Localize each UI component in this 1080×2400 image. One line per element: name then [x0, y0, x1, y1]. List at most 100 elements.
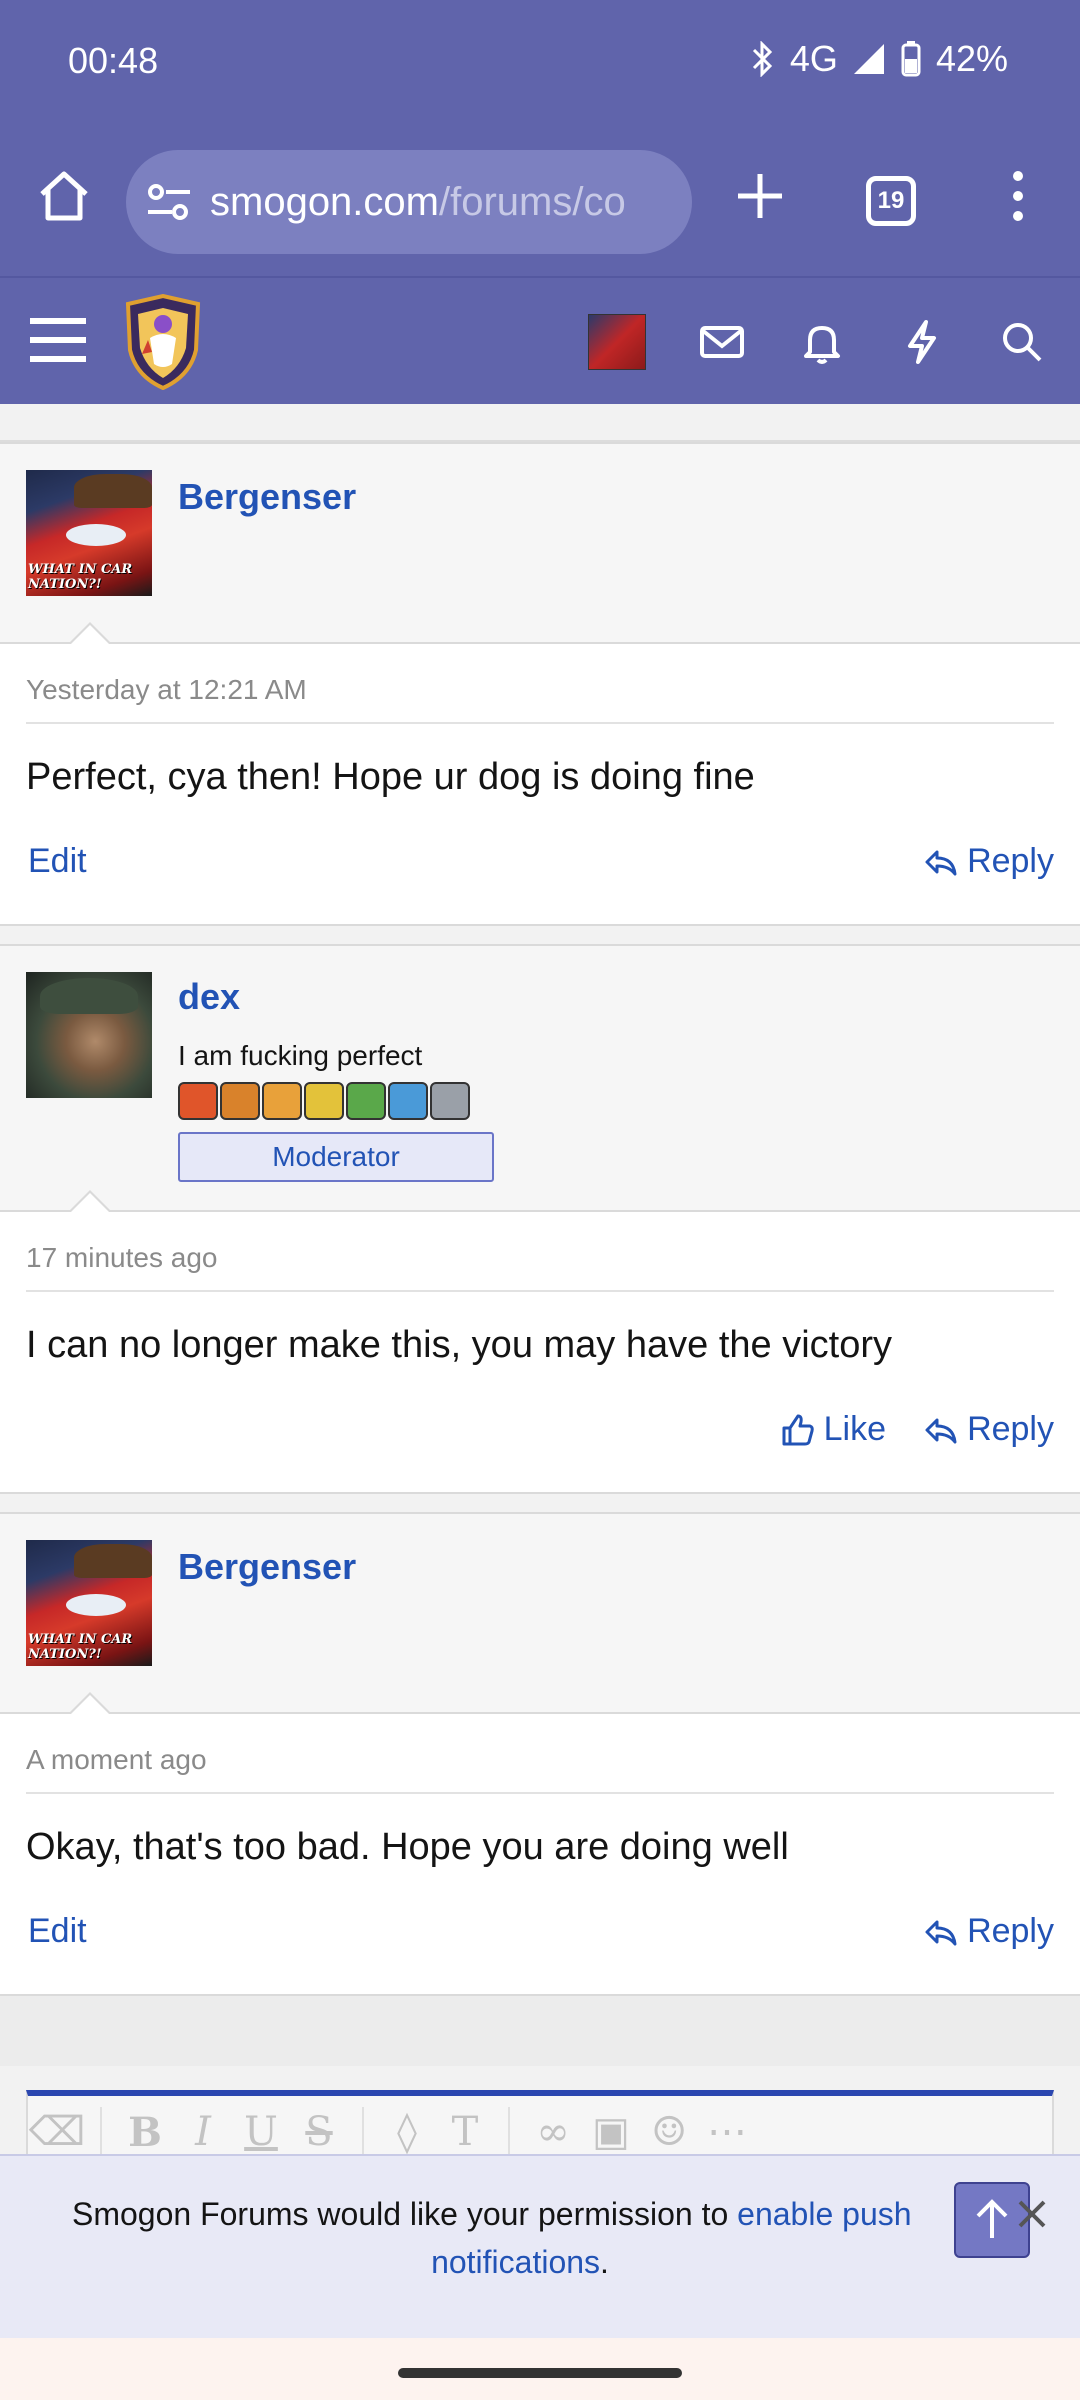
reply-label: Reply: [967, 1912, 1054, 1950]
divider: [508, 2107, 510, 2157]
address-bar[interactable]: smogon.com/forums/co: [126, 150, 692, 254]
type-badge-icon: [220, 1082, 260, 1120]
underline-icon[interactable]: U: [232, 2109, 290, 2155]
mail-icon[interactable]: [696, 316, 748, 368]
emoji-icon[interactable]: ☺: [640, 2109, 698, 2155]
account-avatar[interactable]: [588, 314, 646, 370]
bell-icon[interactable]: [796, 316, 848, 368]
username[interactable]: Bergenser: [178, 1546, 356, 1588]
text-size-icon[interactable]: T: [436, 2109, 494, 2155]
bold-icon[interactable]: B: [116, 2109, 174, 2156]
type-badge-icon: [178, 1082, 218, 1120]
post: dex I am fucking perfect Moderator 17 mi…: [0, 944, 1080, 1494]
moderator-banner: Moderator: [178, 1132, 494, 1182]
reply-label: Reply: [967, 1410, 1054, 1448]
post-date[interactable]: 17 minutes ago: [26, 1242, 217, 1274]
editor-toolbar: ⌫ B I U S ◊ T ∞ ▣ ☺ ⋯: [28, 2102, 1052, 2162]
notification-text-line2: notifications.: [0, 2244, 1040, 2281]
divider: [362, 2107, 364, 2157]
url-path: /forums/co: [438, 180, 626, 224]
network-type: 4G: [789, 38, 838, 79]
post-user-block: WHAT IN CAR NATION?! Bergenser: [0, 444, 1080, 645]
notification-period: .: [600, 2244, 609, 2280]
type-badge-icon: [430, 1082, 470, 1120]
post-date[interactable]: Yesterday at 12:21 AM: [26, 674, 307, 706]
bluetooth-icon: [752, 41, 773, 77]
reply-editor[interactable]: ⌫ B I U S ◊ T ∞ ▣ ☺ ⋯: [26, 2090, 1054, 2160]
post-date[interactable]: A moment ago: [26, 1744, 207, 1776]
more-options-icon[interactable]: ⋯: [698, 2109, 756, 2155]
gesture-nav-pill[interactable]: [398, 2368, 682, 2378]
username[interactable]: Bergenser: [178, 476, 356, 518]
reply-icon: [925, 1418, 957, 1443]
avatar[interactable]: WHAT IN CAR NATION?!: [26, 470, 152, 596]
notifications-link[interactable]: notifications: [431, 2244, 600, 2280]
url-host: smogon.com: [210, 180, 439, 224]
close-icon[interactable]: [1012, 2194, 1052, 2234]
type-badge-icon: [346, 1082, 386, 1120]
status-time: 00:48: [68, 40, 159, 81]
page-top-strip: [0, 404, 1080, 442]
notification-message: Smogon Forums would like your permission…: [72, 2196, 738, 2232]
user-badges: [178, 1082, 470, 1120]
post-arrow: [68, 1190, 112, 1213]
new-tab-icon[interactable]: [730, 166, 790, 226]
post-user-block: dex I am fucking perfect Moderator: [0, 946, 1080, 1213]
divider: [26, 722, 1054, 724]
site-settings-icon[interactable]: [146, 180, 192, 224]
like-button[interactable]: Like: [780, 1410, 886, 1449]
post-arrow: [68, 622, 112, 645]
site-header: [0, 276, 1080, 404]
image-icon[interactable]: ▣: [582, 2109, 640, 2155]
more-menu-icon[interactable]: [1000, 166, 1036, 226]
link-icon[interactable]: ∞: [524, 2109, 582, 2155]
user-title: I am fucking perfect: [178, 1040, 423, 1071]
reply-label: Reply: [967, 842, 1054, 880]
status-icons: 4G 42%: [748, 38, 1008, 80]
search-icon[interactable]: [996, 316, 1048, 368]
edit-button[interactable]: Edit: [28, 842, 87, 881]
edit-button[interactable]: Edit: [28, 1912, 87, 1951]
post: WHAT IN CAR NATION?! Bergenser Yesterday…: [0, 442, 1080, 926]
spacer: [0, 1996, 1080, 2066]
divider: [26, 1290, 1054, 1292]
home-icon[interactable]: [34, 166, 94, 226]
url-text: smogon.com/forums/co: [210, 180, 680, 225]
bolt-icon[interactable]: [896, 316, 948, 368]
enable-push-link[interactable]: enable push: [737, 2196, 911, 2232]
post-text: Perfect, cya then! Hope ur dog is doing …: [26, 756, 755, 798]
color-drop-icon[interactable]: ◊: [378, 2109, 436, 2155]
reply-button[interactable]: Reply: [923, 842, 1054, 881]
post-body: A moment ago Okay, that's too bad. Hope …: [0, 1714, 1080, 1994]
divider: [100, 2107, 102, 2157]
avatar[interactable]: [26, 972, 152, 1098]
post: WHAT IN CAR NATION?! Bergenser A moment …: [0, 1512, 1080, 1996]
post-text: Okay, that's too bad. Hope you are doing…: [26, 1826, 789, 1868]
italic-icon[interactable]: I: [174, 2109, 232, 2155]
username[interactable]: dex: [178, 976, 240, 1018]
divider: [26, 1792, 1054, 1794]
strikethrough-icon[interactable]: S: [290, 2109, 348, 2155]
post-user-block: WHAT IN CAR NATION?! Bergenser: [0, 1514, 1080, 1715]
push-notification-banner: Smogon Forums would like your permission…: [0, 2154, 1080, 2338]
gesture-nav-area: [0, 2338, 1080, 2400]
hamburger-menu-icon[interactable]: [28, 314, 88, 366]
reply-button[interactable]: Reply: [923, 1410, 1054, 1449]
status-bar: 00:48 4G 42%: [0, 0, 1080, 128]
signal-icon: [853, 44, 884, 74]
thumbs-up-icon: [782, 1414, 814, 1445]
reply-icon: [925, 1920, 957, 1945]
avatar[interactable]: WHAT IN CAR NATION?!: [26, 1540, 152, 1666]
notification-text: Smogon Forums would like your permission…: [72, 2196, 972, 2233]
tab-switcher-button[interactable]: 19: [866, 176, 916, 226]
reply-button[interactable]: Reply: [923, 1912, 1054, 1951]
post-text: I can no longer make this, you may have …: [26, 1324, 892, 1366]
battery-percent: 42%: [935, 38, 1008, 79]
smogon-logo[interactable]: [120, 294, 206, 390]
post-arrow: [68, 1692, 112, 1715]
avatar-caption: WHAT IN CAR NATION?!: [28, 1632, 133, 1662]
eraser-icon[interactable]: ⌫: [28, 2109, 86, 2155]
post-body: 17 minutes ago I can no longer make this…: [0, 1212, 1080, 1492]
like-label: Like: [823, 1410, 886, 1448]
avatar-caption: WHAT IN CAR NATION?!: [28, 562, 133, 592]
